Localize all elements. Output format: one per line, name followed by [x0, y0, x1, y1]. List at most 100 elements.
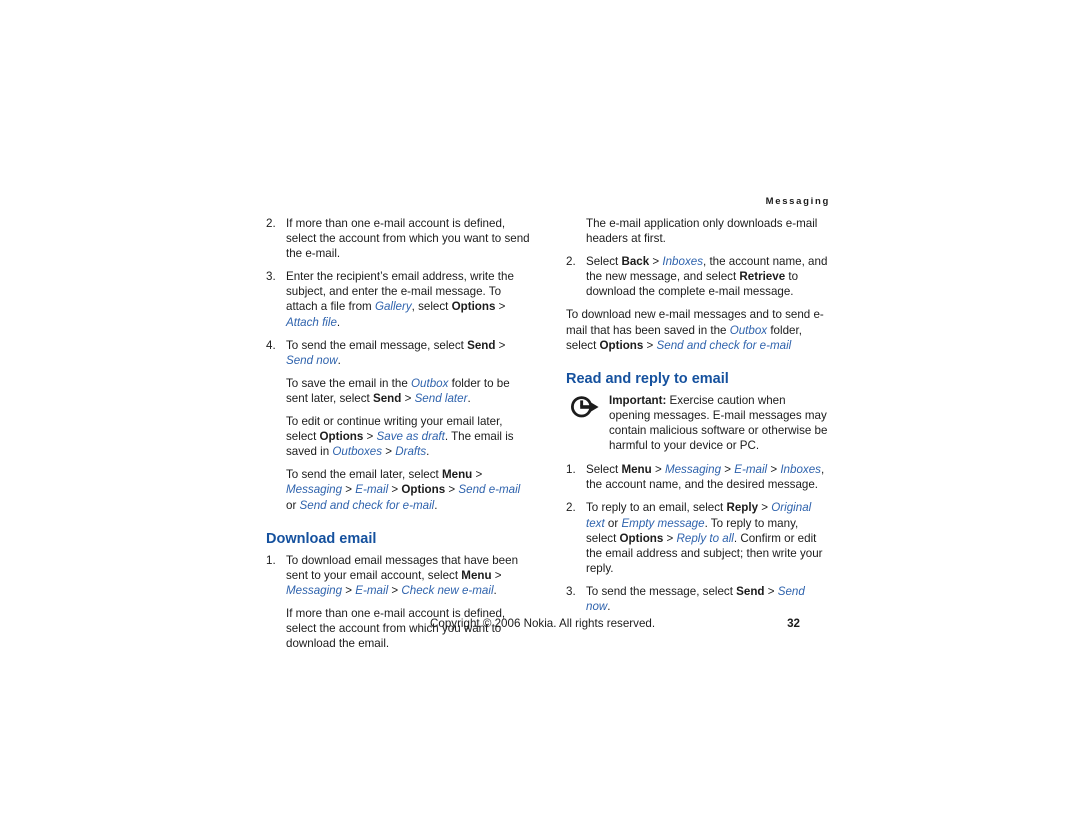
ui-path-link: Outbox	[411, 376, 449, 390]
ui-command: Send	[736, 584, 765, 598]
continuation-paragraph: To save the email in the Outbox folder t…	[266, 376, 530, 406]
text-run: >	[388, 483, 402, 497]
list-item: 3. Enter the recipient’s email address, w…	[266, 269, 530, 329]
text-run: >	[764, 584, 778, 598]
text-run: >	[721, 463, 735, 477]
text-run: To send the message, select	[586, 584, 737, 598]
text-run: or	[286, 498, 300, 512]
text-run: >	[651, 463, 665, 477]
ui-path-link: Empty message	[621, 516, 705, 530]
ui-path-link: Gallery	[374, 300, 412, 314]
ui-path-link: Drafts	[395, 445, 427, 459]
text-run: Select	[586, 255, 622, 269]
list-item: 3. To send the message, select Send > Sen…	[566, 584, 830, 614]
section-heading-download-email: Download email	[266, 530, 377, 547]
ui-command: Options	[319, 430, 364, 444]
list-item-text: If more than one e-mail account is defin…	[286, 217, 530, 261]
list-item: 4. To send the email message, select Send…	[266, 338, 530, 368]
text-run: >	[445, 483, 459, 497]
list-number: 1.	[266, 553, 276, 567]
list-number: 2.	[266, 217, 276, 230]
ui-command: Options	[599, 338, 644, 352]
ui-command: Options	[619, 531, 664, 545]
text-run: >	[643, 338, 657, 352]
text-run: >	[342, 583, 356, 597]
ui-command: Options	[451, 300, 496, 314]
text-run: To send the email message, select	[286, 338, 468, 352]
text-run: >	[649, 255, 663, 269]
body-paragraph: To download new e-mail messages and to s…	[566, 307, 830, 352]
text-run: .	[434, 498, 438, 512]
list-item: 2. To reply to an email, select Reply > O…	[566, 500, 830, 575]
text-run: >	[342, 483, 356, 497]
ui-command: Menu	[461, 568, 492, 582]
page-footer: Copyright © 2006 Nokia. All rights reser…	[266, 617, 830, 635]
text-run: >	[382, 445, 396, 459]
list-item: 2. If more than one e-mail account is def…	[266, 216, 530, 261]
ui-command: Send	[373, 391, 402, 405]
text-run: or	[604, 516, 622, 530]
text-run: >	[491, 568, 502, 582]
ui-path-link: Outboxes	[332, 445, 383, 459]
text-run: .	[336, 315, 341, 329]
ui-path-link: Send later	[414, 391, 468, 405]
ui-command: Menu	[621, 463, 652, 477]
list-number: 1.	[566, 463, 576, 477]
ui-path-link: E-mail	[734, 463, 768, 477]
list-item: 1. Select Menu > Messaging > E-mail > Inb…	[566, 462, 830, 492]
list-number: 4.	[266, 338, 276, 352]
text-run: , select	[411, 300, 452, 314]
list-number: 3.	[266, 270, 276, 284]
section-heading-read-and-reply: Read and reply to email	[566, 370, 729, 387]
text-run: .	[493, 583, 497, 597]
ui-path-link: Messaging	[664, 463, 722, 477]
ui-path-link: E-mail	[355, 483, 389, 497]
list-number: 3.	[566, 584, 576, 598]
text-run: >	[401, 391, 415, 405]
list-item: 1. To download email messages that have b…	[266, 553, 530, 598]
text-run: To send the email later, select	[286, 468, 442, 482]
text-run: Select	[586, 463, 622, 477]
ui-path-link: E-mail	[355, 583, 389, 597]
ui-path-link: Messaging	[286, 583, 343, 597]
ui-path-link: Inboxes	[662, 255, 703, 269]
ui-path-link: Send now	[286, 353, 338, 367]
text-run: .	[467, 391, 471, 405]
manual-page: Messaging 2. If more than one e-mail acco…	[0, 0, 1080, 834]
list-number: 2.	[566, 501, 576, 515]
text-run: >	[388, 583, 402, 597]
list-number: 2.	[566, 255, 576, 269]
page-columns: 2. If more than one e-mail account is def…	[266, 216, 830, 659]
ui-path-link: Send and check for e-mail	[656, 338, 792, 352]
ui-path-link: Inboxes	[780, 463, 821, 477]
text-run: >	[767, 463, 781, 477]
text-run: >	[495, 300, 506, 314]
text-run: .	[426, 445, 430, 459]
copyright-notice: Copyright © 2006 Nokia. All rights reser…	[430, 617, 656, 630]
ui-command: Back	[621, 255, 650, 269]
ui-command: Send	[467, 338, 496, 352]
list-item: 2. Select Back > Inboxes, the account nam…	[566, 254, 830, 299]
text-run: >	[472, 468, 483, 482]
continuation-paragraph: The e-mail application only downloads e-…	[586, 217, 818, 246]
ui-path-link: Attach file	[286, 315, 337, 329]
page-number: 32	[787, 617, 800, 630]
ui-command: Menu	[441, 468, 473, 482]
text-run: To save the email in the	[286, 376, 412, 390]
ui-command: Reply	[726, 501, 759, 515]
important-arrow-icon	[570, 395, 600, 419]
right-column: The e-mail application only downloads e-…	[566, 216, 830, 659]
important-note: Important: Exercise caution when opening…	[566, 393, 830, 453]
continuation-paragraph: To send the email later, select Menu > M…	[266, 467, 530, 512]
text-run: .	[607, 600, 611, 613]
ui-path-link: Save as draft	[376, 430, 445, 444]
ui-path-link: Outbox	[729, 323, 768, 337]
continuation-paragraph: To edit or continue writing your email l…	[266, 414, 530, 459]
ui-command: Options	[401, 483, 446, 497]
ui-path-link: Send and check for e-mail	[299, 498, 435, 512]
text-run: >	[663, 531, 677, 545]
text-run: >	[363, 430, 377, 444]
text-run: >	[495, 338, 506, 352]
ui-path-link: Check new e-mail	[401, 583, 494, 597]
text-run: .	[337, 353, 341, 367]
